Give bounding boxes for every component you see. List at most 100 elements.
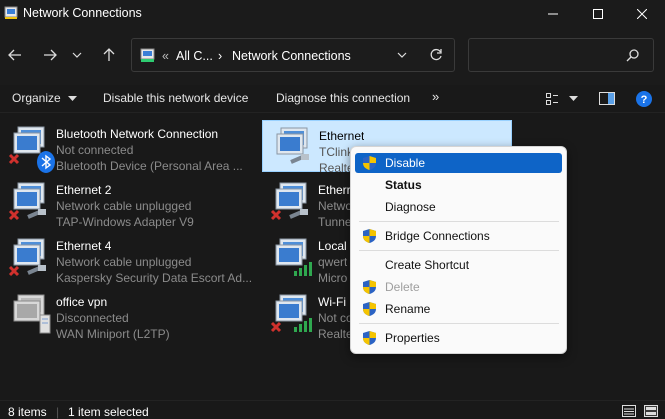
connection-item-wifi[interactable]: Wi-Fi Not co Realte [262, 287, 353, 341]
menu-separator [359, 323, 559, 324]
network-folder-icon [140, 48, 155, 62]
connection-status: Not connected [56, 143, 134, 157]
connection-item-ethernet-4[interactable]: Ethernet 4 Network cable unplugged Kaspe… [0, 231, 253, 285]
menu-item-properties[interactable]: Properties [355, 328, 562, 348]
menu-item-rename[interactable]: Rename [355, 299, 562, 319]
connection-name: Ethernet [319, 129, 365, 143]
status-bar: 8 items | 1 item selected [0, 400, 665, 419]
connection-item-local[interactable]: Local qwert Micro [262, 231, 350, 285]
arrow-left-icon [8, 49, 21, 61]
connection-name: Ethernet 2 [56, 183, 112, 197]
window-title: Network Connections [23, 6, 142, 20]
close-button[interactable] [620, 0, 664, 27]
connection-name: Wi-Fi [318, 295, 346, 309]
forward-button[interactable] [37, 41, 63, 69]
connection-name: Bluetooth Network Connection [56, 127, 219, 141]
chevron-down-icon[interactable] [397, 52, 407, 58]
context-menu: Disable Status Diagnose Bridge Connectio… [350, 146, 567, 354]
maximize-button[interactable] [576, 0, 620, 27]
svg-text:?: ? [641, 94, 648, 106]
menu-label: Delete [385, 280, 420, 294]
connection-status: Network cable unplugged [56, 255, 192, 269]
menu-label: Diagnose [385, 200, 436, 214]
recent-locations-button[interactable] [64, 41, 90, 69]
network-folder-icon [4, 6, 18, 19]
command-bar: Organize Disable this network device Dia… [0, 85, 665, 113]
uac-shield-icon [363, 229, 376, 243]
change-view-icon[interactable] [546, 93, 558, 105]
ethernet-icon [276, 127, 309, 164]
ethernet-disconnected-icon [270, 182, 308, 221]
uac-shield-icon [363, 302, 376, 316]
menu-label: Disable [385, 156, 426, 170]
menu-item-delete[interactable]: Delete [355, 277, 562, 297]
preview-pane-icon[interactable] [599, 92, 615, 105]
ethernet-disconnected-icon [8, 238, 46, 277]
breadcrumb-overflow[interactable]: « [162, 49, 169, 63]
connection-item-ethernet-2[interactable]: Ethernet 2 Network cable unplugged TAP-W… [0, 175, 250, 229]
search-box[interactable] [468, 38, 654, 72]
uac-shield-icon [363, 331, 376, 345]
details-view-icon[interactable] [622, 405, 636, 417]
menu-item-disable[interactable]: Disable [355, 153, 562, 173]
organize-menu[interactable]: Organize [12, 91, 78, 105]
connection-name: Etherr [318, 183, 351, 197]
connection-device: WAN Miniport (L2TP) [56, 327, 170, 341]
menu-separator [359, 250, 559, 251]
address-bar[interactable]: « All C... › Network Connections [131, 38, 455, 72]
connection-name: Local [318, 239, 347, 253]
ethernet-disconnected-icon [8, 182, 46, 221]
chevron-down-icon [72, 52, 82, 58]
uac-shield-icon [363, 156, 376, 170]
up-button[interactable] [96, 41, 122, 69]
more-commands-button[interactable]: » [432, 89, 439, 104]
signal-bars-icon [275, 238, 312, 276]
menu-separator [359, 221, 559, 222]
tiles-view-icon[interactable] [644, 405, 658, 417]
connection-item-office-vpn[interactable]: office vpn Disconnected WAN Miniport (L2… [0, 287, 250, 341]
connection-status: Network cable unplugged [56, 199, 192, 213]
breadcrumb-all-control-panel[interactable]: All C... [176, 49, 213, 63]
connection-device: Realte [319, 161, 354, 175]
connection-device: Kaspersky Security Data Escort Ad... [56, 271, 253, 285]
menu-label: Bridge Connections [385, 229, 490, 243]
organize-label: Organize [12, 91, 61, 105]
back-button[interactable] [2, 41, 28, 69]
connection-name: Ethernet 4 [56, 239, 112, 253]
search-input[interactable] [475, 45, 615, 65]
vpn-icon [13, 294, 51, 334]
menu-label: Properties [385, 331, 440, 345]
connection-status: TClink [319, 145, 354, 159]
menu-item-diagnose[interactable]: Diagnose [355, 197, 562, 217]
uac-shield-icon [363, 280, 376, 294]
maximize-icon [593, 8, 603, 19]
connection-status: Disconnected [56, 311, 129, 325]
breadcrumb-network-connections[interactable]: Network Connections [232, 49, 351, 63]
menu-item-create-shortcut[interactable]: Create Shortcut [355, 255, 562, 275]
connection-device: TAP-Windows Adapter V9 [56, 215, 194, 229]
navigation-bar: « All C... › Network Connections [0, 27, 665, 85]
disable-device-button[interactable]: Disable this network device [103, 91, 248, 105]
menu-label: Create Shortcut [385, 258, 470, 272]
connection-item-bluetooth[interactable]: Bluetooth Network Connection Not connect… [0, 119, 250, 173]
wifi-disconnected-icon [270, 294, 312, 333]
breadcrumb-separator[interactable]: › [218, 49, 222, 63]
minimize-button[interactable] [531, 0, 575, 27]
refresh-icon[interactable] [429, 48, 443, 62]
status-divider: | [56, 405, 60, 419]
close-icon [637, 8, 647, 19]
selection-count: 1 item selected [68, 405, 149, 419]
caret-down-icon[interactable] [569, 96, 578, 102]
search-icon [626, 49, 639, 62]
menu-item-bridge-connections[interactable]: Bridge Connections [355, 226, 562, 246]
diagnose-connection-button[interactable]: Diagnose this connection [276, 91, 410, 105]
minimize-icon [548, 13, 558, 14]
menu-item-status[interactable]: Status [355, 175, 562, 195]
arrow-right-icon [44, 49, 57, 61]
connection-name: office vpn [56, 295, 108, 309]
connection-device: Micro [318, 271, 348, 285]
help-icon[interactable]: ? [636, 91, 652, 107]
connection-item-ethernet-3[interactable]: Etherr Netwo Tunne [262, 175, 352, 229]
bluetooth-icon [37, 151, 55, 173]
menu-label: Rename [385, 302, 431, 316]
